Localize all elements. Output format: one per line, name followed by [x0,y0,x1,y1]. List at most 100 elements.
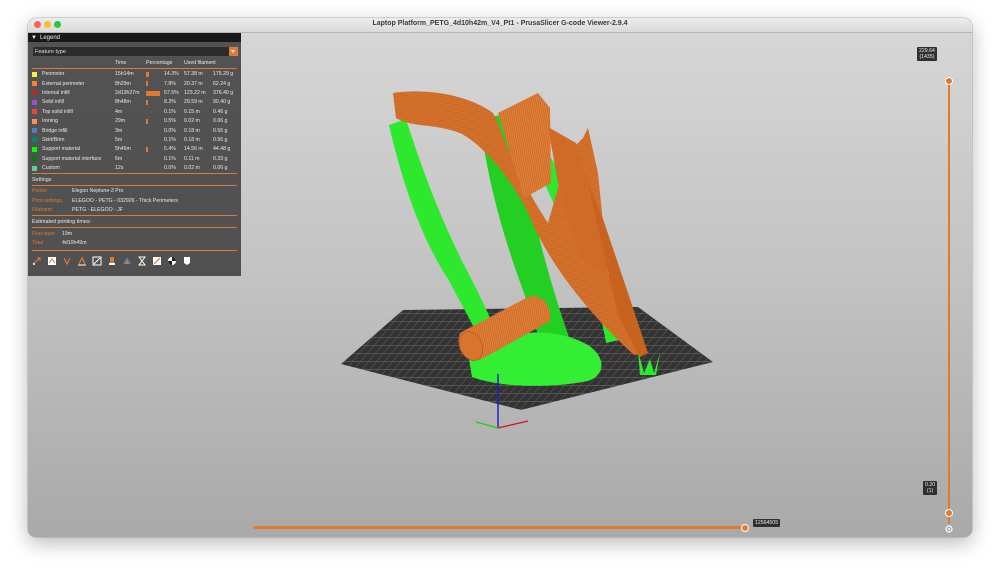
estimated-times-heading: Estimated printing times: [32,219,92,225]
3d-viewport[interactable]: ▼ Legend Feature type Time Percentage Us… [28,33,972,537]
first-layer-time: First layer 19m [32,231,73,237]
feature-length: 0.02 m [184,118,200,125]
feature-percentage: 0.1% [164,108,176,115]
seam-icon[interactable] [92,256,102,266]
times-divider-2 [32,227,237,228]
feature-name: Bridge infill [42,127,68,134]
feature-weight: 0.33 g [213,155,228,162]
view-type-dropdown[interactable]: Feature type [32,46,239,57]
feature-time: 12s [115,165,124,172]
feature-weight: 0.56 g [213,127,228,134]
move-slider-thumb[interactable] [741,524,749,532]
feature-weight: 0.56 g [213,137,228,144]
window-title: Laptop Platform_PETG_4d10h42m_V4_Pt1 - P… [372,20,628,27]
move-slider-label: 12564505 [753,519,781,527]
legend-row[interactable]: Top solid infill 4m 0.1% 0.15 m 0.46 g [28,108,241,117]
settings-divider [32,173,237,174]
percentage-bar [146,118,148,124]
dropdown-arrow-icon[interactable] [229,47,238,56]
column-percentage: Percentage [146,60,173,66]
view-type-value: Feature type [35,48,66,55]
deretraction-icon[interactable] [77,256,87,266]
percentage-bar [146,99,148,105]
layer-slider[interactable] [948,78,950,524]
feature-percentage: 0.0% [164,165,176,172]
feature-time: 8h29m [115,80,131,87]
custom-gcode-icon[interactable] [152,256,162,266]
feature-weight: 0.06 g [213,118,228,125]
legend-title: Legend [40,34,61,41]
legend-row[interactable]: Skirt/Brim 5m 0.1% 0.18 m 0.56 g [28,136,241,145]
legend-header[interactable]: ▼ Legend [28,33,241,42]
legend-row[interactable]: Ironing 29m 0.5% 0.02 m 0.06 g [28,117,241,126]
feature-time: 15h14m [115,71,134,78]
feature-time: 2d13h27m [115,90,140,97]
legend-row[interactable]: Solid infill 8h48m 8.2% 29.59 m 90.40 g [28,98,241,107]
feature-name: Custom [42,165,60,172]
feature-name: Support material interface [42,155,102,162]
feature-weight: 62.24 g [213,80,231,87]
legend-row[interactable]: External perimeter 8h29m 7.8% 20.37 m 62.24 … [28,79,241,88]
settings-heading: Settings [32,177,52,183]
color-swatch [32,71,37,77]
feature-name: Perimeter [42,71,65,78]
feature-name: Ironing [42,118,58,125]
feature-percentage: 8.2% [164,99,176,106]
layer-bottom-thumb[interactable] [945,509,953,517]
legend-row[interactable]: Bridge infill 3m 0.0% 0.18 m 0.56 g [28,126,241,135]
feature-weight: 0.06 g [213,165,228,172]
feature-length: 0.02 m [184,165,200,172]
feature-length: 0.15 m [184,108,200,115]
tool-change-icon[interactable] [107,256,117,266]
legend-row[interactable]: Support material interface 6m 0.1% 0.11 m 0.… [28,155,241,164]
x-axis [497,420,529,429]
legend-collapse-icon[interactable]: ▼ [31,35,37,41]
times-divider [32,215,237,216]
feature-weight: 175.29 g [213,71,234,78]
legend-row[interactable]: Perimeter 15h14m 14.3% 57.38 m 175.29 g [28,70,241,79]
color-swatch [32,156,37,162]
filament-setting: Filament PETG - ELEGOO - JF [32,207,124,213]
legend-panel: ▼ Legend Feature type Time Percentage Us… [28,33,241,276]
feature-time: 6m [115,155,123,162]
center-of-gravity-icon[interactable] [167,256,177,266]
toolbar-divider [32,250,237,251]
column-time: Time [115,60,127,66]
color-swatch [32,109,37,115]
feature-name: Solid infill [42,99,64,106]
color-change-icon[interactable] [122,256,132,266]
title-bar: Laptop Platform_PETG_4d10h42m_V4_Pt1 - P… [28,18,972,33]
feature-name: Skirt/Brim [42,137,65,144]
cog-icon[interactable] [944,524,954,534]
print-setting: Print settings ELEGOO - PETG - 032926 - T… [32,197,178,204]
percentage-bar [146,81,148,87]
pause-icon[interactable] [137,256,147,266]
feature-percentage: 7.8% [164,80,176,87]
y-axis [475,421,499,429]
feature-weight: 0.46 g [213,108,228,115]
feature-name: Top solid infill [42,108,73,115]
shells-icon[interactable] [182,256,192,266]
retraction-icon[interactable] [62,256,72,266]
legend-row[interactable]: Custom 12s 0.0% 0.02 m 0.06 g [28,164,241,173]
legend-row[interactable]: Internal infill 2d13h27m 57.5% 123.22 m 376.… [28,89,241,98]
feature-weight: 90.40 g [213,99,231,106]
feature-name: Internal infill [42,90,70,97]
legend-row[interactable]: Support material 5h46m 5.4% 14.56 m 44.48 g [28,145,241,154]
percentage-bar [146,90,160,96]
feature-length: 0.11 m [184,155,200,162]
percentage-bar [146,71,149,77]
feature-percentage: 0.1% [164,155,176,162]
wipe-icon[interactable] [47,256,57,266]
layer-top-thumb[interactable] [945,77,953,85]
travel-icon[interactable] [32,256,42,266]
feature-percentage: 0.5% [164,118,176,125]
feature-percentage: 0.1% [164,137,176,144]
feature-weight: 44.48 g [213,146,231,153]
feature-time: 29m [115,118,126,125]
feature-percentage: 5.4% [164,146,176,153]
move-slider[interactable] [253,526,748,529]
layer-top-label: 229.64 (1435) [917,47,937,61]
feature-name: Support material [42,146,81,153]
color-swatch [32,146,37,152]
